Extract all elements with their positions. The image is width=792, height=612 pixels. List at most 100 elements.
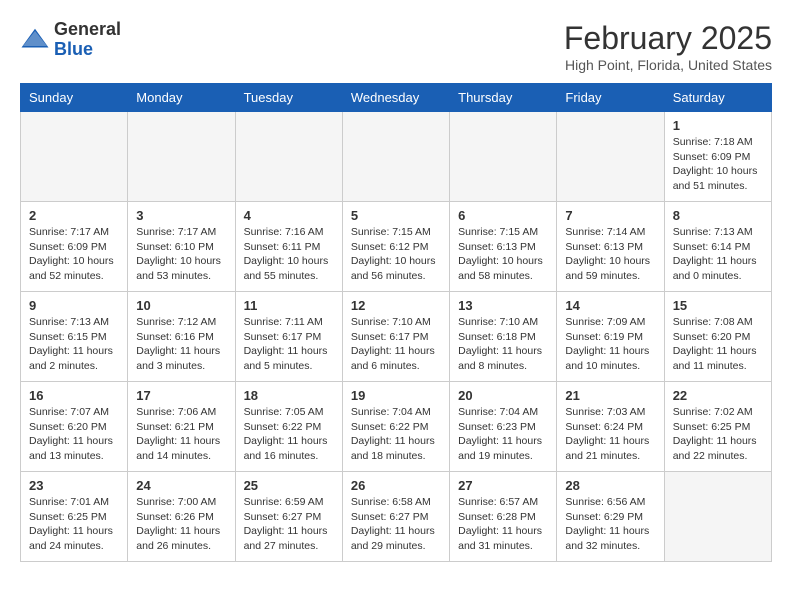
logo-general: General — [54, 19, 121, 39]
day-info: Sunrise: 7:15 AM Sunset: 6:13 PM Dayligh… — [458, 225, 548, 284]
calendar-cell — [21, 112, 128, 202]
day-number: 13 — [458, 298, 548, 313]
calendar-cell: 11 Sunrise: 7:11 AM Sunset: 6:17 PM Dayli… — [235, 292, 342, 382]
day-number: 24 — [136, 478, 226, 493]
day-number: 22 — [673, 388, 763, 403]
day-number: 19 — [351, 388, 441, 403]
calendar-cell: 17 Sunrise: 7:06 AM Sunset: 6:21 PM Dayli… — [128, 382, 235, 472]
day-info: Sunrise: 6:56 AM Sunset: 6:29 PM Dayligh… — [565, 495, 655, 554]
day-number: 1 — [673, 118, 763, 133]
day-number: 20 — [458, 388, 548, 403]
weekday-header-sunday: Sunday — [21, 84, 128, 112]
calendar-cell: 23 Sunrise: 7:01 AM Sunset: 6:25 PM Dayli… — [21, 472, 128, 562]
day-number: 9 — [29, 298, 119, 313]
day-info: Sunrise: 7:15 AM Sunset: 6:12 PM Dayligh… — [351, 225, 441, 284]
day-info: Sunrise: 7:04 AM Sunset: 6:22 PM Dayligh… — [351, 405, 441, 464]
day-info: Sunrise: 7:17 AM Sunset: 6:09 PM Dayligh… — [29, 225, 119, 284]
calendar-cell — [557, 112, 664, 202]
calendar-cell: 26 Sunrise: 6:58 AM Sunset: 6:27 PM Dayli… — [342, 472, 449, 562]
calendar-cell: 27 Sunrise: 6:57 AM Sunset: 6:28 PM Dayli… — [450, 472, 557, 562]
week-row-5: 23 Sunrise: 7:01 AM Sunset: 6:25 PM Dayli… — [21, 472, 772, 562]
week-row-4: 16 Sunrise: 7:07 AM Sunset: 6:20 PM Dayli… — [21, 382, 772, 472]
month-title: February 2025 — [564, 20, 772, 57]
day-info: Sunrise: 6:57 AM Sunset: 6:28 PM Dayligh… — [458, 495, 548, 554]
calendar-cell: 22Sunrise: 7:02 AM Sunset: 6:25 PM Dayli… — [664, 382, 771, 472]
day-number: 8 — [673, 208, 763, 223]
day-number: 21 — [565, 388, 655, 403]
day-info: Sunrise: 6:58 AM Sunset: 6:27 PM Dayligh… — [351, 495, 441, 554]
logo: General Blue — [20, 20, 121, 60]
day-number: 23 — [29, 478, 119, 493]
day-number: 25 — [244, 478, 334, 493]
day-number: 4 — [244, 208, 334, 223]
weekday-header-tuesday: Tuesday — [235, 84, 342, 112]
calendar-cell: 28 Sunrise: 6:56 AM Sunset: 6:29 PM Dayli… — [557, 472, 664, 562]
day-info: Sunrise: 7:01 AM Sunset: 6:25 PM Dayligh… — [29, 495, 119, 554]
calendar-cell — [235, 112, 342, 202]
calendar-cell — [450, 112, 557, 202]
day-number: 27 — [458, 478, 548, 493]
day-info: Sunrise: 7:14 AM Sunset: 6:13 PM Dayligh… — [565, 225, 655, 284]
calendar-cell: 10 Sunrise: 7:12 AM Sunset: 6:16 PM Dayli… — [128, 292, 235, 382]
logo-text: General Blue — [54, 20, 121, 60]
day-number: 7 — [565, 208, 655, 223]
day-info: Sunrise: 7:04 AM Sunset: 6:23 PM Dayligh… — [458, 405, 548, 464]
day-number: 14 — [565, 298, 655, 313]
day-number: 18 — [244, 388, 334, 403]
day-info: Sunrise: 7:07 AM Sunset: 6:20 PM Dayligh… — [29, 405, 119, 464]
calendar-cell — [128, 112, 235, 202]
weekday-header-wednesday: Wednesday — [342, 84, 449, 112]
week-row-2: 2 Sunrise: 7:17 AM Sunset: 6:09 PM Daylig… — [21, 202, 772, 292]
calendar-cell: 14Sunrise: 7:09 AM Sunset: 6:19 PM Dayli… — [557, 292, 664, 382]
day-info: Sunrise: 7:11 AM Sunset: 6:17 PM Dayligh… — [244, 315, 334, 374]
day-info: Sunrise: 7:06 AM Sunset: 6:21 PM Dayligh… — [136, 405, 226, 464]
day-info: Sunrise: 7:03 AM Sunset: 6:24 PM Dayligh… — [565, 405, 655, 464]
day-info: Sunrise: 6:59 AM Sunset: 6:27 PM Dayligh… — [244, 495, 334, 554]
weekday-header-thursday: Thursday — [450, 84, 557, 112]
calendar-cell: 9 Sunrise: 7:13 AM Sunset: 6:15 PM Daylig… — [21, 292, 128, 382]
calendar-cell: 24 Sunrise: 7:00 AM Sunset: 6:26 PM Dayli… — [128, 472, 235, 562]
calendar-cell: 8 Sunrise: 7:13 AM Sunset: 6:14 PM Daylig… — [664, 202, 771, 292]
location: High Point, Florida, United States — [564, 57, 772, 73]
week-row-3: 9 Sunrise: 7:13 AM Sunset: 6:15 PM Daylig… — [21, 292, 772, 382]
day-number: 2 — [29, 208, 119, 223]
day-number: 15 — [673, 298, 763, 313]
day-number: 10 — [136, 298, 226, 313]
day-info: Sunrise: 7:00 AM Sunset: 6:26 PM Dayligh… — [136, 495, 226, 554]
calendar-cell: 2 Sunrise: 7:17 AM Sunset: 6:09 PM Daylig… — [21, 202, 128, 292]
day-number: 26 — [351, 478, 441, 493]
calendar-cell: 6 Sunrise: 7:15 AM Sunset: 6:13 PM Daylig… — [450, 202, 557, 292]
logo-blue: Blue — [54, 39, 93, 59]
calendar-cell: 13 Sunrise: 7:10 AM Sunset: 6:18 PM Dayli… — [450, 292, 557, 382]
calendar-cell: 18Sunrise: 7:05 AM Sunset: 6:22 PM Dayli… — [235, 382, 342, 472]
week-row-1: 1 Sunrise: 7:18 AM Sunset: 6:09 PM Daylig… — [21, 112, 772, 202]
day-info: Sunrise: 7:12 AM Sunset: 6:16 PM Dayligh… — [136, 315, 226, 374]
day-number: 6 — [458, 208, 548, 223]
weekday-header-saturday: Saturday — [664, 84, 771, 112]
day-number: 28 — [565, 478, 655, 493]
day-number: 5 — [351, 208, 441, 223]
day-number: 17 — [136, 388, 226, 403]
calendar-cell: 16 Sunrise: 7:07 AM Sunset: 6:20 PM Dayli… — [21, 382, 128, 472]
calendar-cell: 21 Sunrise: 7:03 AM Sunset: 6:24 PM Dayli… — [557, 382, 664, 472]
day-info: Sunrise: 7:13 AM Sunset: 6:15 PM Dayligh… — [29, 315, 119, 374]
calendar-cell: 19 Sunrise: 7:04 AM Sunset: 6:22 PM Dayli… — [342, 382, 449, 472]
day-number: 12 — [351, 298, 441, 313]
calendar-cell: 15 Sunrise: 7:08 AM Sunset: 6:20 PM Dayli… — [664, 292, 771, 382]
day-number: 16 — [29, 388, 119, 403]
calendar-cell: 1 Sunrise: 7:18 AM Sunset: 6:09 PM Daylig… — [664, 112, 771, 202]
day-info: Sunrise: 7:13 AM Sunset: 6:14 PM Dayligh… — [673, 225, 763, 284]
calendar-cell: 3Sunrise: 7:17 AM Sunset: 6:10 PM Daylig… — [128, 202, 235, 292]
day-number: 11 — [244, 298, 334, 313]
calendar-cell — [664, 472, 771, 562]
calendar-cell: 12Sunrise: 7:10 AM Sunset: 6:17 PM Dayli… — [342, 292, 449, 382]
logo-icon — [20, 25, 50, 55]
calendar-cell: 20 Sunrise: 7:04 AM Sunset: 6:23 PM Dayli… — [450, 382, 557, 472]
day-info: Sunrise: 7:18 AM Sunset: 6:09 PM Dayligh… — [673, 135, 763, 194]
title-block: February 2025 High Point, Florida, Unite… — [564, 20, 772, 73]
calendar-cell — [342, 112, 449, 202]
day-info: Sunrise: 7:08 AM Sunset: 6:20 PM Dayligh… — [673, 315, 763, 374]
weekday-header-friday: Friday — [557, 84, 664, 112]
calendar: SundayMondayTuesdayWednesdayThursdayFrid… — [20, 83, 772, 562]
day-info: Sunrise: 7:10 AM Sunset: 6:18 PM Dayligh… — [458, 315, 548, 374]
